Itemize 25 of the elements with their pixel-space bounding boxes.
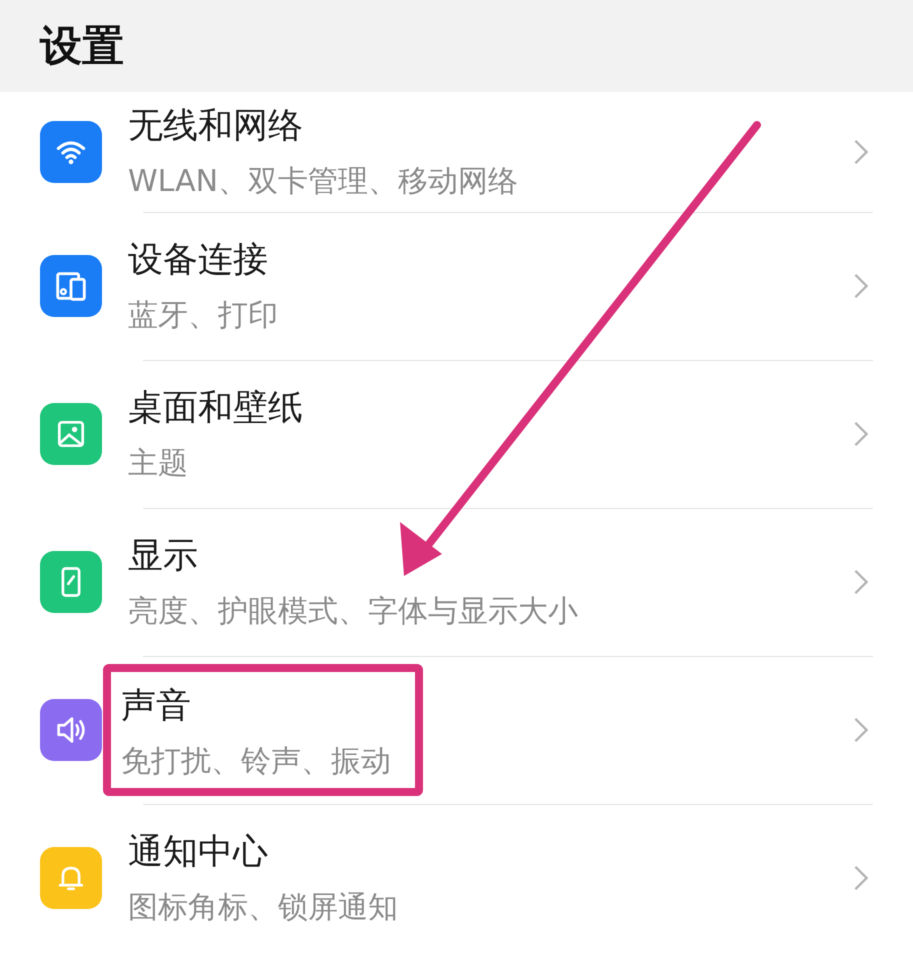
chevron-icon (853, 272, 869, 300)
chevron-icon (853, 716, 869, 744)
settings-item[interactable]: 无线和网络 WLAN、双卡管理、移动网络 (0, 92, 913, 212)
settings-item[interactable]: 桌面和壁纸 主题 (0, 360, 913, 508)
item-subtitle: 图标角标、锁屏通知 (128, 889, 398, 927)
item-title: 显示 (128, 535, 199, 578)
item-title: 声音 (121, 685, 192, 728)
item-title: 设备连接 (128, 239, 269, 282)
item-title: 桌面和壁纸 (128, 387, 303, 430)
page-title: 设置 (40, 20, 124, 72)
item-subtitle: WLAN、双卡管理、移动网络 (128, 163, 518, 201)
item-title: 通知中心 (128, 831, 269, 874)
item-subtitle: 主题 (128, 445, 189, 483)
chevron-icon (853, 568, 869, 596)
item-subtitle: 免打扰、铃声、振动 (121, 743, 391, 781)
item-title: 无线和网络 (128, 105, 304, 148)
settings-item[interactable]: 声音 免打扰、铃声、振动 (0, 656, 913, 804)
chevron-icon (853, 864, 869, 892)
settings-item[interactable]: 显示 亮度、护眼模式、字体与显示大小 (0, 508, 913, 656)
item-subtitle: 蓝牙、打印 (128, 297, 278, 335)
chevron-icon (853, 138, 869, 166)
settings-item[interactable]: 设备连接 蓝牙、打印 (0, 212, 913, 360)
chevron-icon (853, 420, 869, 448)
item-subtitle: 亮度、护眼模式、字体与显示大小 (128, 593, 578, 631)
settings-item[interactable]: 通知中心 图标角标、锁屏通知 (0, 804, 913, 952)
